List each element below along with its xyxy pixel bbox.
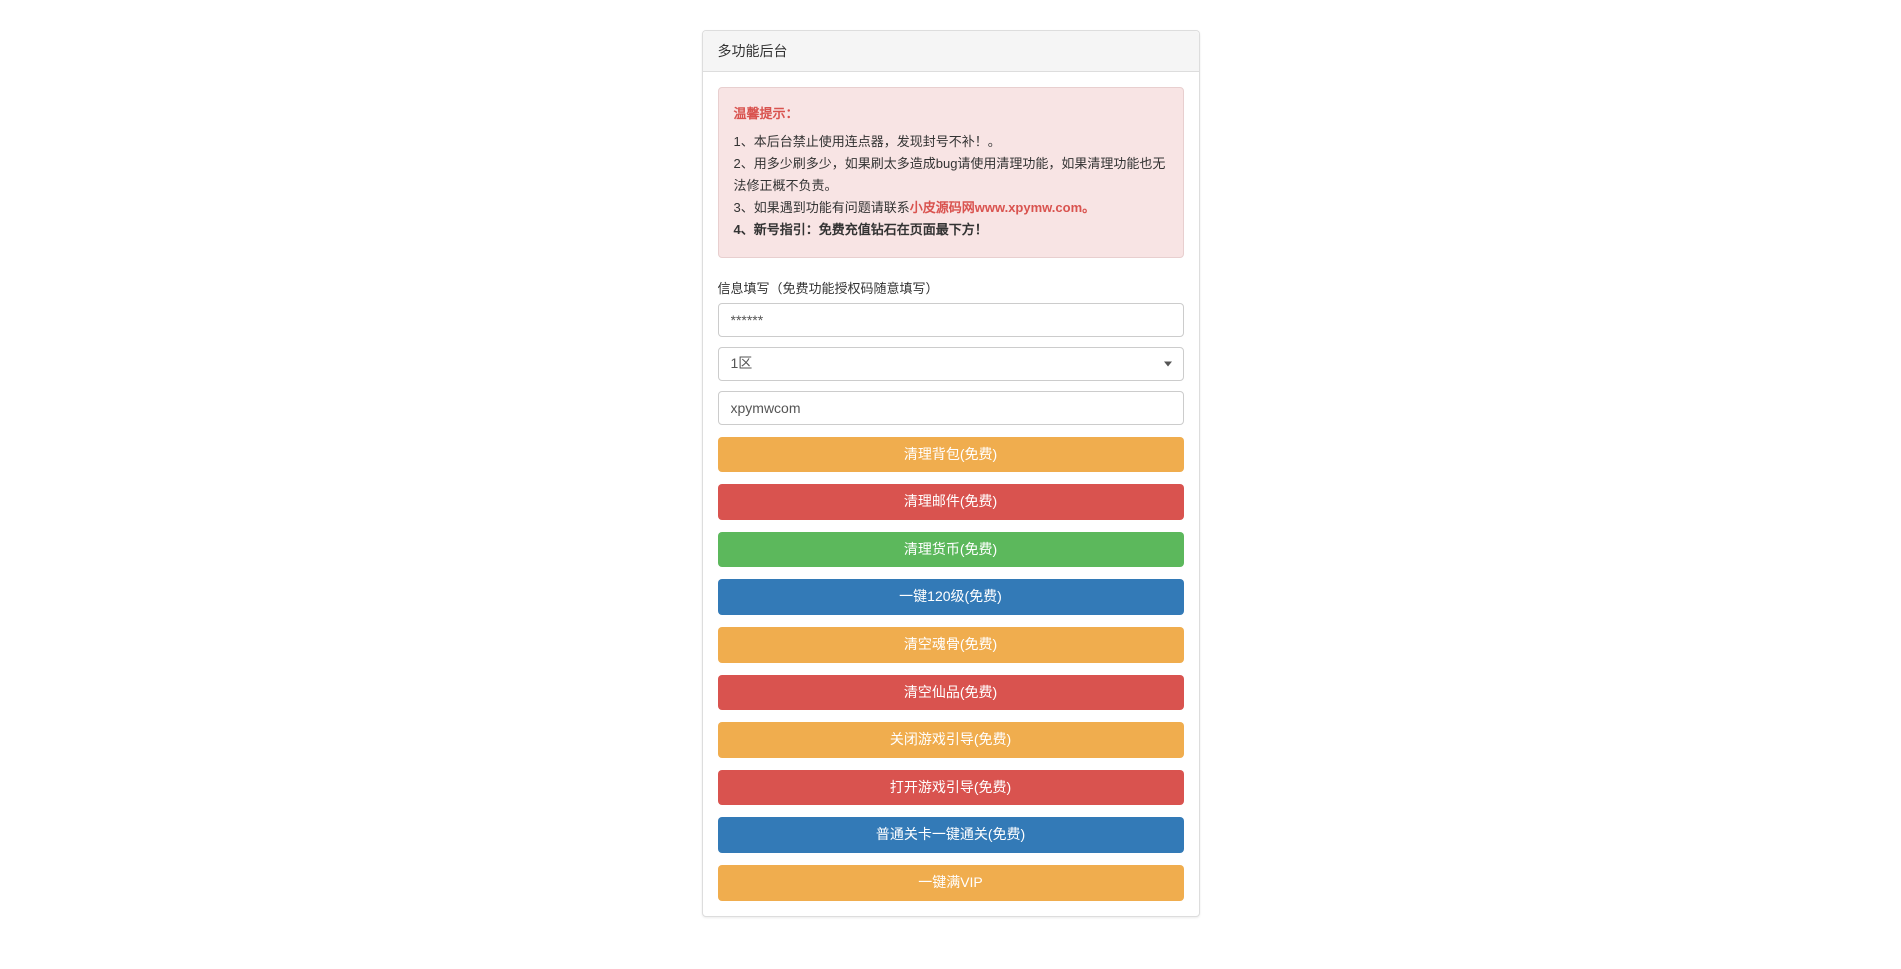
clear-bag-button[interactable]: 清理背包(免费) (718, 437, 1184, 473)
form-section-label: 信息填写（免费功能授权码随意填写） (718, 278, 1184, 297)
clear-soulbone-button[interactable]: 清空魂骨(免费) (718, 627, 1184, 663)
clear-xianpin-button[interactable]: 清空仙品(免费) (718, 675, 1184, 711)
username-input[interactable] (718, 391, 1184, 425)
clear-mail-button[interactable]: 清理邮件(免费) (718, 484, 1184, 520)
panel-title: 多功能后台 (703, 31, 1199, 72)
level-120-button[interactable]: 一键120级(免费) (718, 579, 1184, 615)
zone-select[interactable]: 1区 (718, 347, 1184, 381)
contact-link-text: 小皮源码网www.xpymw.com。 (910, 200, 1095, 215)
main-panel: 多功能后台 温馨提示： 1、本后台禁止使用连点器，发现封号不补！。 2、用多少刷… (702, 30, 1200, 917)
clear-currency-button[interactable]: 清理货币(免费) (718, 532, 1184, 568)
max-vip-button[interactable]: 一键满VIP (718, 865, 1184, 901)
close-guide-button[interactable]: 关闭游戏引导(免费) (718, 722, 1184, 758)
panel-body: 温馨提示： 1、本后台禁止使用连点器，发现封号不补！。 2、用多少刷多少，如果刷… (703, 72, 1199, 916)
notice-line-4: 4、新号指引：免费充值钻石在页面最下方！ (734, 219, 1168, 241)
notice-line-2: 2、用多少刷多少，如果刷太多造成bug请使用清理功能，如果清理功能也无法修正概不… (734, 153, 1168, 197)
notice-box: 温馨提示： 1、本后台禁止使用连点器，发现封号不补！。 2、用多少刷多少，如果刷… (718, 87, 1184, 258)
clear-stages-button[interactable]: 普通关卡一键通关(免费) (718, 817, 1184, 853)
notice-line-3: 3、如果遇到功能有问题请联系小皮源码网www.xpymw.com。 (734, 197, 1168, 219)
notice-title: 温馨提示： (734, 103, 1168, 125)
auth-code-input[interactable] (718, 303, 1184, 337)
zone-select-value: 1区 (718, 347, 1184, 381)
notice-line-1: 1、本后台禁止使用连点器，发现封号不补！。 (734, 131, 1168, 153)
open-guide-button[interactable]: 打开游戏引导(免费) (718, 770, 1184, 806)
